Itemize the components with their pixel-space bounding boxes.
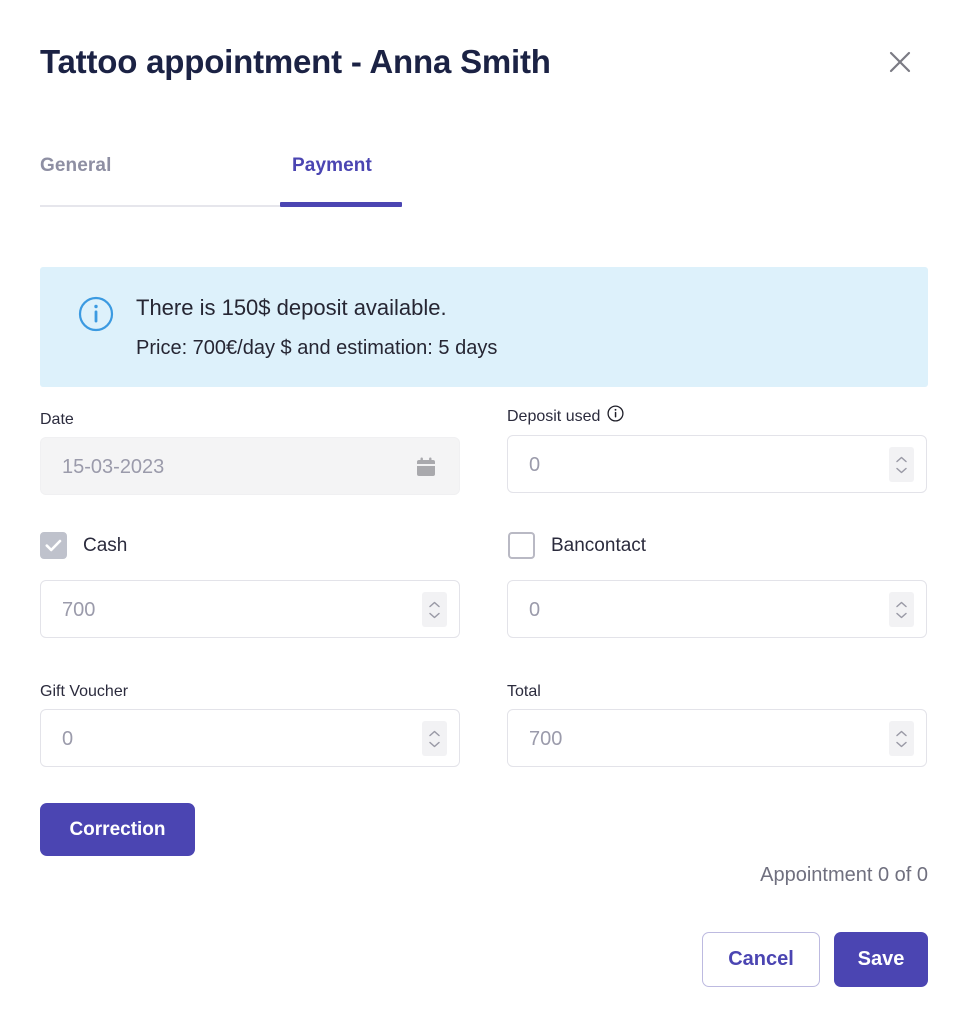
total-field-group: Total 700 xyxy=(507,682,927,767)
date-field-group: Date 15-03-2023 xyxy=(40,410,460,495)
gift-voucher-value: 0 xyxy=(62,728,74,750)
appointment-modal: Tattoo appointment - Anna Smith General … xyxy=(0,0,970,1011)
gift-voucher-stepper[interactable] xyxy=(422,721,447,756)
info-circle-icon xyxy=(78,296,114,337)
cash-checkbox[interactable] xyxy=(40,532,67,559)
bancontact-checkbox-row[interactable]: Bancontact xyxy=(508,532,646,559)
deposit-info-banner: There is 150$ deposit available. Price: … xyxy=(40,267,928,387)
date-label: Date xyxy=(40,411,74,428)
total-label: Total xyxy=(507,683,541,700)
tab-general[interactable]: General xyxy=(40,155,111,177)
bancontact-amount-input[interactable]: 0 xyxy=(507,580,927,638)
gift-voucher-label: Gift Voucher xyxy=(40,683,129,700)
tab-payment[interactable]: Payment xyxy=(292,155,372,177)
cash-label: Cash xyxy=(83,535,128,556)
tab-rail xyxy=(40,205,280,207)
cash-amount-group: 700 xyxy=(40,580,460,638)
total-value: 700 xyxy=(529,728,563,750)
gift-voucher-input[interactable]: 0 xyxy=(40,709,460,767)
total-input[interactable]: 700 xyxy=(507,709,927,767)
date-input[interactable]: 15-03-2023 xyxy=(40,437,460,495)
banner-line-2: Price: 700€/day $ and estimation: 5 days xyxy=(136,337,498,359)
tab-active-indicator xyxy=(280,202,402,207)
deposit-used-value: 0 xyxy=(529,454,541,476)
close-icon xyxy=(887,49,913,75)
bancontact-checkbox[interactable] xyxy=(508,532,535,559)
calendar-icon[interactable] xyxy=(415,456,437,483)
bancontact-amount-value: 0 xyxy=(529,599,541,621)
total-stepper[interactable] xyxy=(889,721,914,756)
close-button[interactable] xyxy=(880,42,920,82)
cash-checkbox-row[interactable]: Cash xyxy=(40,532,127,559)
date-value: 15-03-2023 xyxy=(62,456,165,478)
bancontact-amount-group: 0 xyxy=(507,580,927,638)
appointment-counter: Appointment 0 of 0 xyxy=(760,864,928,886)
cash-amount-stepper[interactable] xyxy=(422,592,447,627)
correction-button[interactable]: Correction xyxy=(40,803,195,856)
bancontact-label: Bancontact xyxy=(551,535,647,556)
info-circle-icon[interactable] xyxy=(607,405,624,428)
gift-voucher-field-group: Gift Voucher 0 xyxy=(40,682,460,767)
deposit-used-label: Deposit used xyxy=(507,405,927,428)
page-title: Tattoo appointment - Anna Smith xyxy=(40,43,551,80)
modal-header: Tattoo appointment - Anna Smith xyxy=(40,34,940,92)
tab-bar: General Payment xyxy=(40,155,402,210)
deposit-used-input[interactable]: 0 xyxy=(507,435,927,493)
deposit-used-stepper[interactable] xyxy=(889,447,914,482)
bancontact-amount-stepper[interactable] xyxy=(889,592,914,627)
deposit-used-field-group: Deposit used 0 xyxy=(507,405,927,493)
save-button[interactable]: Save xyxy=(834,932,928,987)
banner-line-1: There is 150$ deposit available. xyxy=(136,295,447,320)
deposit-used-label-text: Deposit used xyxy=(507,407,601,425)
banner-text: There is 150$ deposit available. Price: … xyxy=(136,293,497,362)
cancel-button[interactable]: Cancel xyxy=(702,932,820,987)
cash-amount-input[interactable]: 700 xyxy=(40,580,460,638)
cash-amount-value: 700 xyxy=(62,599,96,621)
